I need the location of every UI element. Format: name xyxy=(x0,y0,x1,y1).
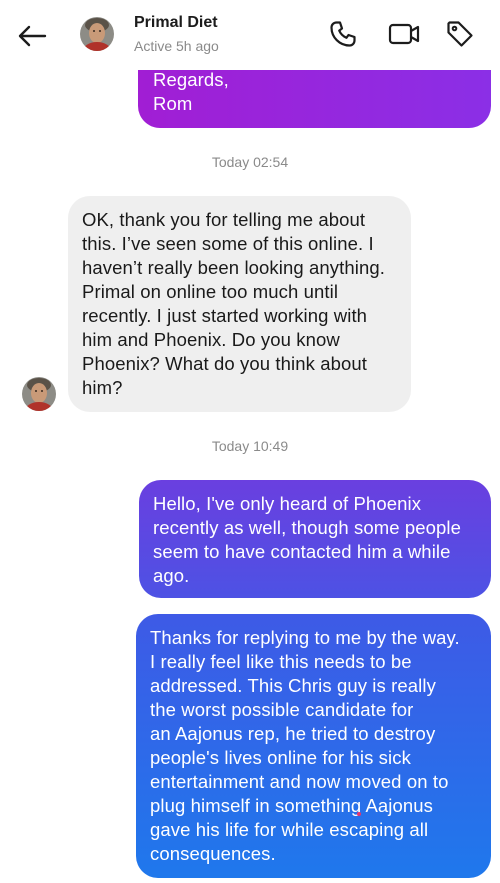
message-line: gave his life for while escaping all xyxy=(150,819,429,840)
message-line: consequences. xyxy=(150,843,276,864)
chat-header: Primal Diet Active 5h ago xyxy=(0,0,500,70)
message-line: this. I’ve seen some of this online. I xyxy=(82,233,374,254)
message-line: Rom xyxy=(153,93,193,114)
spellcheck-marker xyxy=(357,812,361,816)
tag-icon xyxy=(447,21,473,47)
message-line: an Aajonus rep, he tried to destroy xyxy=(150,723,436,744)
back-button[interactable] xyxy=(14,18,50,54)
incoming-message[interactable]: OK, thank you for telling me about this.… xyxy=(68,196,411,412)
message-line: recently. I just started working with xyxy=(82,305,368,326)
message-line: ago. xyxy=(153,565,190,586)
message-line: Thanks for replying to me by the way. xyxy=(150,627,460,648)
message-line: him? xyxy=(82,377,123,398)
message-line: Phoenix? What do you think about xyxy=(82,353,367,374)
timestamp: Today 10:49 xyxy=(211,438,289,454)
message-line: haven’t really been looking anything. xyxy=(82,257,385,278)
message-line: I really feel like this needs to be xyxy=(150,651,412,672)
message-line: plug himself in something Aajonus xyxy=(150,795,434,816)
video-call-button[interactable] xyxy=(388,18,420,50)
tag-button[interactable] xyxy=(444,18,476,50)
message-line: seem to have contacted him a while xyxy=(153,541,451,562)
message-line: entertainment and now moved on to xyxy=(150,771,449,792)
video-camera-icon xyxy=(388,23,420,45)
phone-icon xyxy=(330,21,356,47)
contact-avatar[interactable] xyxy=(80,17,114,51)
message-line: addressed. This Chris guy is really xyxy=(150,675,436,696)
timestamp: Today 02:54 xyxy=(211,154,289,170)
outgoing-message[interactable]: Hello, I've only heard of Phoenix recent… xyxy=(139,480,491,598)
message-line: Primal on online too much until xyxy=(82,281,339,302)
message-line: recently as well, though some people xyxy=(153,517,462,538)
active-status: Active 5h ago xyxy=(134,38,219,54)
arrow-left-icon xyxy=(18,25,47,47)
message-line: people's lives online for his sick xyxy=(150,747,411,768)
contact-name[interactable]: Primal Diet xyxy=(134,14,218,32)
message-line: OK, thank you for telling me about xyxy=(82,209,366,230)
sender-avatar[interactable] xyxy=(22,377,56,411)
message-line: Regards, xyxy=(153,69,229,90)
outgoing-message[interactable]: Thanks for replying to me by the way. I … xyxy=(136,614,491,878)
message-line: the worst possible candidate for xyxy=(150,699,414,720)
voice-call-button[interactable] xyxy=(327,18,359,50)
message-line: Hello, I've only heard of Phoenix xyxy=(153,493,422,514)
message-line: him and Phoenix. Do you know xyxy=(82,329,340,350)
